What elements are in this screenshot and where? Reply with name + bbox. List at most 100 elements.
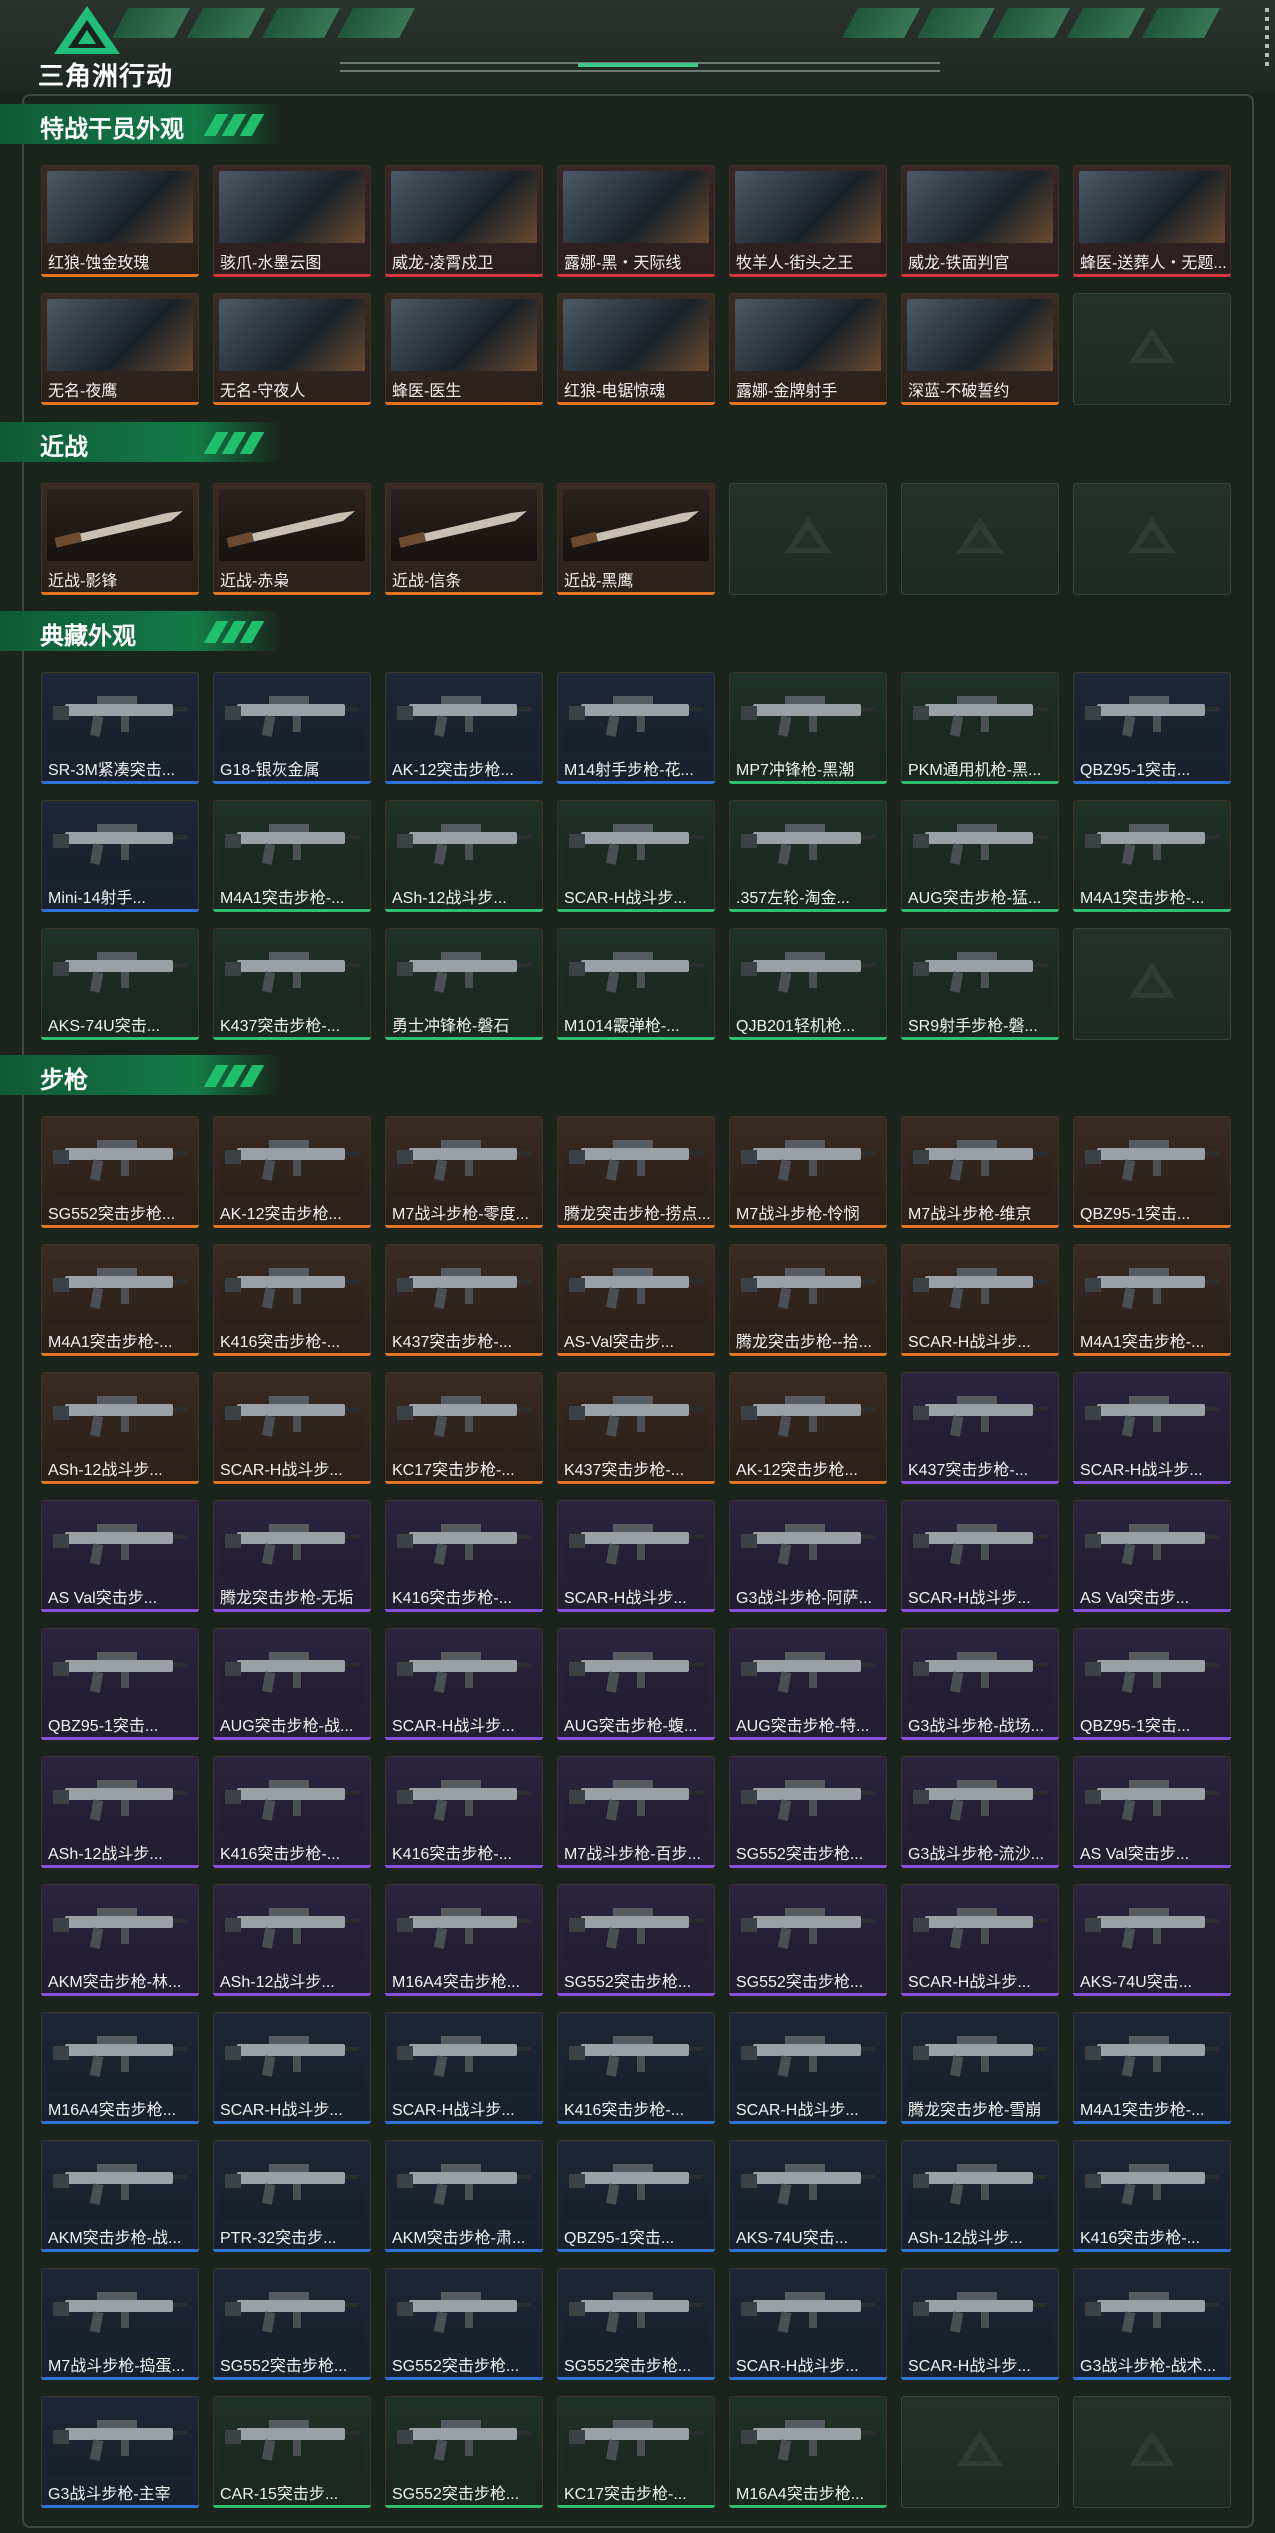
item-card[interactable]: G18-银灰金属 xyxy=(213,672,371,784)
item-card[interactable]: M7战斗步枪-捣蛋... xyxy=(41,2268,199,2380)
item-card[interactable]: 深蓝-不破誓约 xyxy=(901,293,1059,405)
item-card[interactable]: 红狼-电锯惊魂 xyxy=(557,293,715,405)
item-card[interactable]: M4A1突击步枪-... xyxy=(41,1244,199,1356)
item-card[interactable]: ASh-12战斗步... xyxy=(901,2140,1059,2252)
item-card[interactable]: 腾龙突击步枪-雪崩 xyxy=(901,2012,1059,2124)
item-card[interactable]: 蜂医-送葬人・无题... xyxy=(1073,165,1231,277)
item-card[interactable]: SCAR-H战斗步... xyxy=(901,1500,1059,1612)
item-card[interactable]: K416突击步枪-... xyxy=(385,1756,543,1868)
item-card[interactable]: SG552突击步枪... xyxy=(213,2268,371,2380)
item-card[interactable]: 露娜-金牌射手 xyxy=(729,293,887,405)
item-card[interactable]: M7战斗步枪-怜悯 xyxy=(729,1116,887,1228)
item-card[interactable]: SG552突击步枪... xyxy=(729,1756,887,1868)
item-card[interactable]: AKS-74U突击... xyxy=(729,2140,887,2252)
item-card[interactable]: 勇士冲锋枪-磐石 xyxy=(385,928,543,1040)
item-card[interactable]: SG552突击步枪... xyxy=(41,1116,199,1228)
item-card[interactable]: SCAR-H战斗步... xyxy=(213,2012,371,2124)
item-card[interactable]: K437突击步枪-... xyxy=(385,1244,543,1356)
item-card[interactable]: AK-12突击步枪... xyxy=(729,1372,887,1484)
item-card[interactable]: 腾龙突击步枪--拾... xyxy=(729,1244,887,1356)
item-card[interactable]: SG552突击步枪... xyxy=(385,2268,543,2380)
item-card[interactable]: 威龙-铁面判官 xyxy=(901,165,1059,277)
item-card[interactable]: 近战-赤枭 xyxy=(213,483,371,595)
item-card[interactable]: K437突击步枪-... xyxy=(901,1372,1059,1484)
item-card[interactable]: 近战-信条 xyxy=(385,483,543,595)
item-card[interactable]: M4A1突击步枪-... xyxy=(1073,2012,1231,2124)
item-card[interactable]: K416突击步枪-... xyxy=(213,1244,371,1356)
item-card[interactable]: SR9射手步枪-磐... xyxy=(901,928,1059,1040)
item-card[interactable]: KC17突击步枪-... xyxy=(557,2396,715,2508)
item-card[interactable]: SR-3M紧凑突击... xyxy=(41,672,199,784)
item-card[interactable]: QBZ95-1突击... xyxy=(1073,672,1231,784)
item-card[interactable]: 红狼-蚀金玫瑰 xyxy=(41,165,199,277)
item-card[interactable]: 无名-夜鹰 xyxy=(41,293,199,405)
item-card[interactable]: AK-12突击步枪... xyxy=(213,1116,371,1228)
item-card[interactable]: M7战斗步枪-百步... xyxy=(557,1756,715,1868)
item-card[interactable]: AS Val突击步... xyxy=(41,1500,199,1612)
item-card[interactable]: M16A4突击步枪... xyxy=(729,2396,887,2508)
item-card[interactable]: M1014霰弹枪-... xyxy=(557,928,715,1040)
item-card[interactable]: M16A4突击步枪... xyxy=(385,1884,543,1996)
item-card[interactable]: QBZ95-1突击... xyxy=(557,2140,715,2252)
item-card[interactable]: SG552突击步枪... xyxy=(557,2268,715,2380)
item-card[interactable]: AK-12突击步枪... xyxy=(385,672,543,784)
item-card[interactable]: QBZ95-1突击... xyxy=(1073,1628,1231,1740)
item-card[interactable]: G3战斗步枪-阿萨... xyxy=(729,1500,887,1612)
item-card[interactable]: AKM突击步枪-肃... xyxy=(385,2140,543,2252)
item-card[interactable]: SCAR-H战斗步... xyxy=(729,2268,887,2380)
item-card[interactable]: G3战斗步枪-流沙... xyxy=(901,1756,1059,1868)
item-card[interactable]: G3战斗步枪-战术... xyxy=(1073,2268,1231,2380)
item-card[interactable]: K416突击步枪-... xyxy=(213,1756,371,1868)
item-card[interactable]: ASh-12战斗步... xyxy=(385,800,543,912)
item-card[interactable]: QBZ95-1突击... xyxy=(1073,1116,1231,1228)
item-card[interactable]: K416突击步枪-... xyxy=(1073,2140,1231,2252)
item-card[interactable]: AS-Val突击步... xyxy=(557,1244,715,1356)
item-card[interactable]: M4A1突击步枪-... xyxy=(1073,800,1231,912)
item-card[interactable]: M7战斗步枪-零度... xyxy=(385,1116,543,1228)
item-card[interactable]: MP7冲锋枪-黑潮 xyxy=(729,672,887,784)
item-card[interactable]: AUG突击步枪-猛... xyxy=(901,800,1059,912)
item-card[interactable]: 威龙-凌霄戍卫 xyxy=(385,165,543,277)
item-card[interactable]: SG552突击步枪... xyxy=(557,1884,715,1996)
item-card[interactable]: K437突击步枪-... xyxy=(557,1372,715,1484)
item-card[interactable]: 蜂医-医生 xyxy=(385,293,543,405)
item-card[interactable]: ASh-12战斗步... xyxy=(41,1372,199,1484)
item-card[interactable]: ASh-12战斗步... xyxy=(41,1756,199,1868)
item-card[interactable]: Mini-14射手... xyxy=(41,800,199,912)
item-card[interactable]: 牧羊人-街头之王 xyxy=(729,165,887,277)
item-card[interactable]: AKM突击步枪-战... xyxy=(41,2140,199,2252)
item-card[interactable]: SG552突击步枪... xyxy=(729,1884,887,1996)
item-card[interactable]: 腾龙突击步枪-捞点... xyxy=(557,1116,715,1228)
item-card[interactable]: QBZ95-1突击... xyxy=(41,1628,199,1740)
item-card[interactable]: AKM突击步枪-林... xyxy=(41,1884,199,1996)
item-card[interactable]: AS Val突击步... xyxy=(1073,1500,1231,1612)
item-card[interactable]: AUG突击步枪-蝮... xyxy=(557,1628,715,1740)
item-card[interactable]: SCAR-H战斗步... xyxy=(901,2268,1059,2380)
item-card[interactable]: .357左轮-淘金... xyxy=(729,800,887,912)
item-card[interactable]: PTR-32突击步... xyxy=(213,2140,371,2252)
item-card[interactable]: 骇爪-水墨云图 xyxy=(213,165,371,277)
item-card[interactable]: AKS-74U突击... xyxy=(1073,1884,1231,1996)
item-card[interactable]: M4A1突击步枪-... xyxy=(213,800,371,912)
item-card[interactable]: SCAR-H战斗步... xyxy=(557,1500,715,1612)
item-card[interactable]: SCAR-H战斗步... xyxy=(901,1884,1059,1996)
item-card[interactable]: SCAR-H战斗步... xyxy=(385,2012,543,2124)
item-card[interactable]: SCAR-H战斗步... xyxy=(1073,1372,1231,1484)
item-card[interactable]: M14射手步枪-花... xyxy=(557,672,715,784)
item-card[interactable]: SCAR-H战斗步... xyxy=(385,1628,543,1740)
item-card[interactable]: K416突击步枪-... xyxy=(557,2012,715,2124)
item-card[interactable]: AS Val突击步... xyxy=(1073,1756,1231,1868)
item-card[interactable]: SCAR-H战斗步... xyxy=(557,800,715,912)
item-card[interactable]: AUG突击步枪-特... xyxy=(729,1628,887,1740)
item-card[interactable]: M7战斗步枪-维京 xyxy=(901,1116,1059,1228)
item-card[interactable]: G3战斗步枪-战场... xyxy=(901,1628,1059,1740)
item-card[interactable]: K416突击步枪-... xyxy=(385,1500,543,1612)
item-card[interactable]: SG552突击步枪... xyxy=(385,2396,543,2508)
item-card[interactable]: 近战-黑鹰 xyxy=(557,483,715,595)
item-card[interactable]: 无名-守夜人 xyxy=(213,293,371,405)
item-card[interactable]: KC17突击步枪-... xyxy=(385,1372,543,1484)
item-card[interactable]: 露娜-黑・天际线 xyxy=(557,165,715,277)
item-card[interactable]: 腾龙突击步枪-无垢 xyxy=(213,1500,371,1612)
item-card[interactable]: AUG突击步枪-战... xyxy=(213,1628,371,1740)
item-card[interactable]: ASh-12战斗步... xyxy=(213,1884,371,1996)
